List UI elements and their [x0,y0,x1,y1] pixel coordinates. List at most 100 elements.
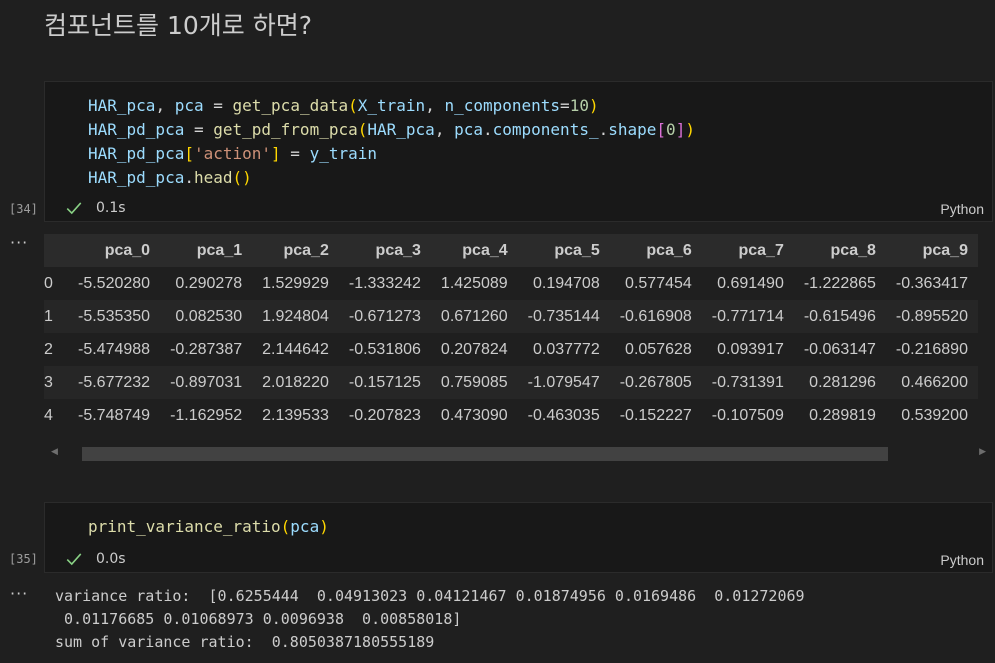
table-cell: -5.677232 [68,366,161,399]
table-cell: -0.363417 [885,267,978,300]
table-cell: 2.018220 [252,366,339,399]
code-token: , [425,96,445,115]
table-cell: -0.207823 [338,399,431,432]
column-header: pca_1 [160,234,253,267]
table-cell: -0.152227 [609,399,702,432]
code-token: y_train [309,144,378,163]
table-cell: -0.267805 [609,366,702,399]
table-cell: 0.093917 [701,333,794,366]
row-index: 2 [44,333,68,366]
column-header: pca_3 [338,234,431,267]
table-cell: 2.139533 [252,399,339,432]
row-index: 4 [44,399,68,432]
language-selector[interactable]: Python [940,201,984,217]
horizontal-scrollbar[interactable]: ◀ ▶ [44,444,995,464]
code-token: 0 [666,120,676,139]
code-token: print_variance_ratio [88,517,281,536]
cell-status: 0.1s [65,199,126,217]
code-token: components_ [492,120,599,139]
table-cell: 0.466200 [885,366,978,399]
table-cell: -1.333242 [338,267,431,300]
code-token: pca [174,96,204,115]
table-cell: -0.897031 [160,366,253,399]
table-row: 3 -5.677232 -0.897031 2.018220 -0.157125 0.75… [44,366,978,399]
code-token: [ [656,120,667,139]
output-line: variance ratio: [0.6255444 0.04913023 0.… [55,587,805,605]
table-cell: 0.671260 [430,300,518,333]
execution-count: [34] [9,202,38,216]
markdown-heading: 컴포넌트를 10개로 하면? [44,11,312,40]
table-cell: -0.531806 [338,333,431,366]
code-token: . [184,168,194,187]
execution-count: [35] [9,552,38,566]
table-cell: -5.748749 [68,399,161,432]
code-token: head [193,168,233,187]
check-icon [66,553,82,566]
text-output: variance ratio: [0.6255444 0.04913023 0.… [55,585,805,654]
code-token: pca [290,517,320,536]
code-token: HAR_pd_pca [88,144,185,163]
code-token: HAR_pca [367,120,435,139]
table-cell: -1.079547 [517,366,610,399]
code-token: = [560,96,570,115]
table-cell: 0.577454 [609,267,702,300]
language-selector[interactable]: Python [940,552,984,568]
code-token: n_components [444,96,561,115]
table-cell: 0.281296 [793,366,886,399]
table-cell: -5.535350 [68,300,161,333]
output-line: sum of variance ratio: 0.805038718055518… [55,633,435,651]
code-token: [ [184,144,194,163]
code-token: ] [675,120,686,139]
code-line: HAR_pd_pca['action'] = y_train [88,142,695,166]
table-cell: 0.539200 [885,399,978,432]
code-editor[interactable]: print_variance_ratio(pca) [88,515,329,539]
code-editor[interactable]: HAR_pca, pca = get_pca_data(X_train, n_c… [88,94,695,190]
code-token: = [280,144,310,163]
table-cell: -0.895520 [885,300,978,333]
table-cell: -0.063147 [793,333,886,366]
table-cell: 0.290278 [160,267,253,300]
code-cell[interactable]: print_variance_ratio(pca) 0.0s Python [44,502,993,573]
code-token: = [203,96,233,115]
scrollbar-thumb[interactable] [82,447,888,461]
table-cell: 0.473090 [430,399,518,432]
code-token: . [482,120,493,139]
code-token: 10 [569,96,589,115]
table-cell: -5.520280 [68,267,161,300]
index-header [44,234,68,267]
code-token: pca [454,120,483,139]
table-cell: 0.289819 [793,399,886,432]
row-index: 0 [44,267,68,300]
cell-status: 0.0s [65,550,126,568]
scroll-left-icon[interactable]: ◀ [51,447,58,457]
code-token: HAR_pd_pca [88,168,185,187]
column-header: pca_6 [609,234,702,267]
table-cell: 0.759085 [430,366,518,399]
code-token: = [184,120,214,139]
table-cell: 0.037772 [517,333,610,366]
output-menu-icon[interactable]: ··· [10,233,28,252]
code-line: print_variance_ratio(pca) [88,515,329,539]
output-menu-icon[interactable]: ··· [10,584,28,603]
table-row: 0 -5.520280 0.290278 1.529929 -1.333242 1.425… [44,267,978,300]
table-cell: -0.731391 [701,366,794,399]
code-line: HAR_pca, pca = get_pca_data(X_train, n_c… [88,94,695,118]
column-header: pca_4 [430,234,518,267]
code-token: ) [319,517,329,536]
table-cell: -0.616908 [609,300,702,333]
code-token: shape [608,120,657,139]
table-cell: 0.691490 [701,267,794,300]
row-index: 3 [44,366,68,399]
table-cell: -0.287387 [160,333,253,366]
table-cell: -0.615496 [793,300,886,333]
code-cell[interactable]: HAR_pca, pca = get_pca_data(X_train, n_c… [44,81,993,222]
table-cell: 2.144642 [252,333,339,366]
table-row: 1 -5.535350 0.082530 1.924804 -0.671273 0.671… [44,300,978,333]
dataframe-output: pca_0 pca_1 pca_2 pca_3 pca_4 pca_5 pca_6 pca_7… [44,234,995,434]
code-token: ( [280,517,291,536]
table-cell: -0.107509 [701,399,794,432]
scroll-right-icon[interactable]: ▶ [979,447,986,457]
column-header: pca_8 [793,234,886,267]
code-token: get_pca_data [232,96,349,115]
table-cell: 0.207824 [430,333,518,366]
